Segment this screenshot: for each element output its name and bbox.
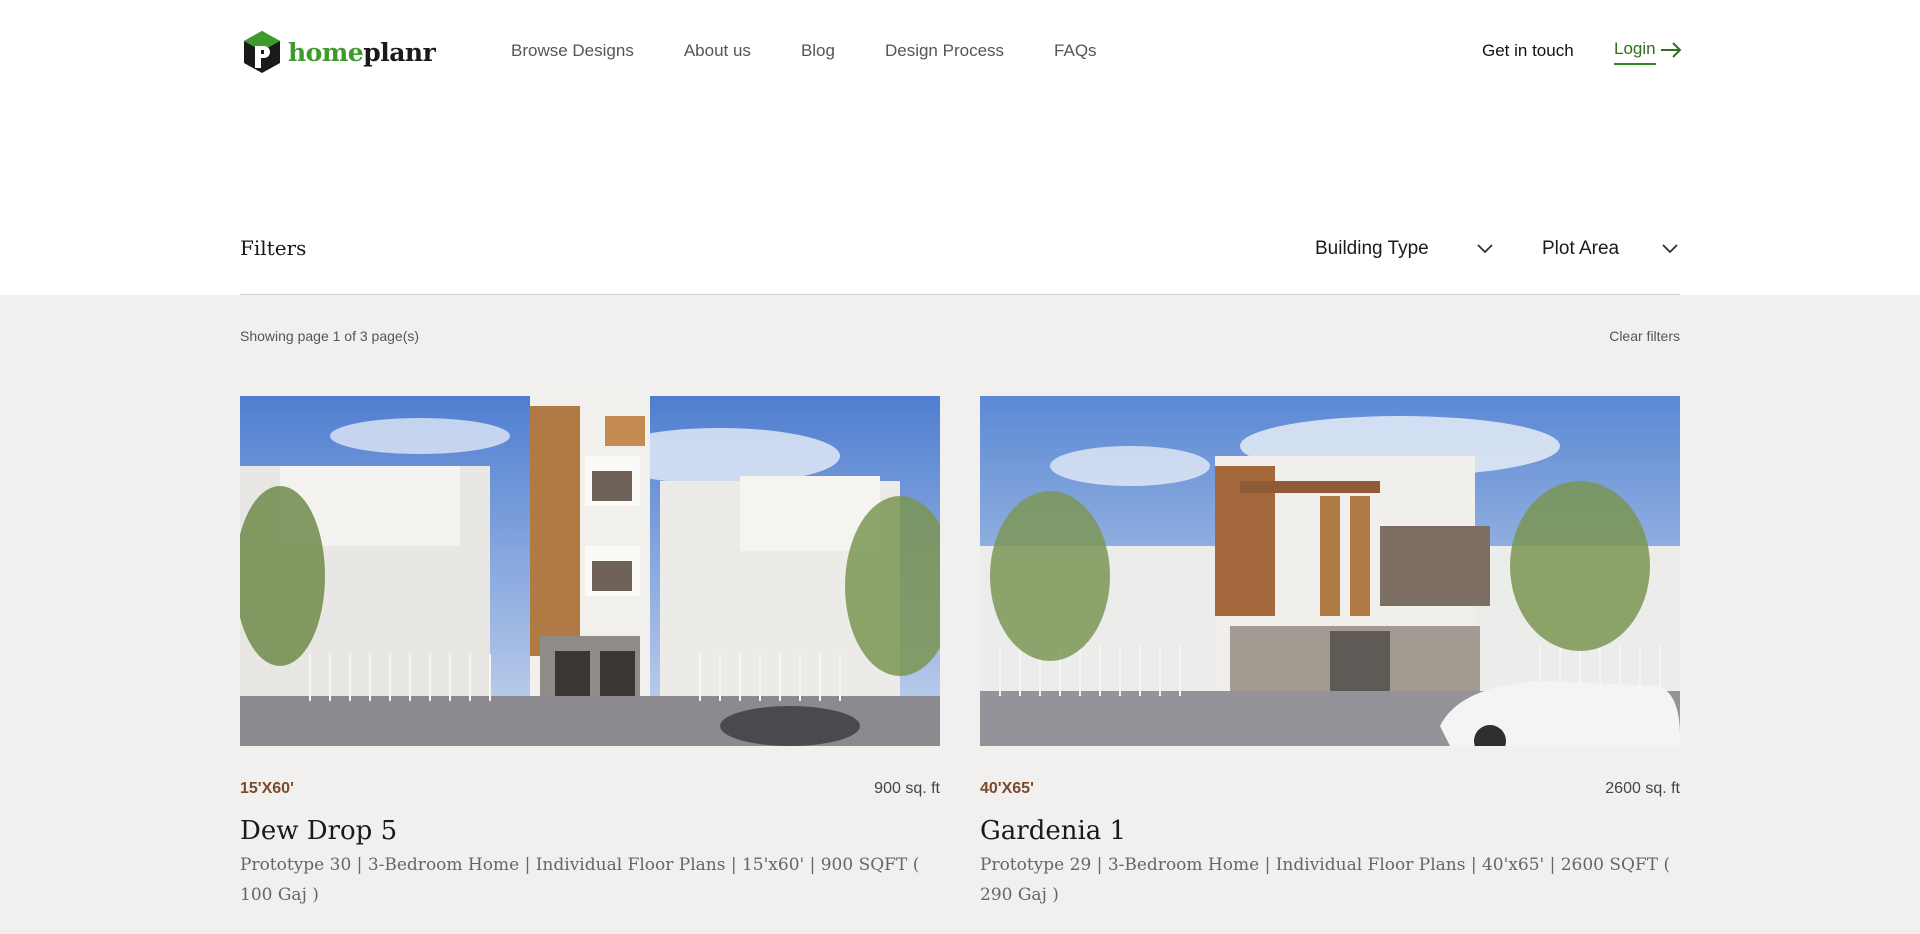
nav-design-process[interactable]: Design Process <box>885 41 1004 61</box>
design-card[interactable]: 15'X60' 900 sq. ft Dew Drop 5 Prototype … <box>240 396 940 910</box>
design-image[interactable] <box>240 396 940 746</box>
plot-area-label: Plot Area <box>1542 238 1620 259</box>
plot-dimensions: 15'X60' <box>240 780 294 797</box>
card-description: Prototype 29 | 3-Bedroom Home | Individu… <box>980 855 1671 905</box>
plot-area: 2600 sq. ft <box>1605 780 1680 797</box>
chevron-down-icon <box>1477 244 1493 254</box>
main-nav: Browse Designs About us Blog Design Proc… <box>511 41 1097 61</box>
card-meta: 15'X60' 900 sq. ft <box>240 780 940 798</box>
site-header: homeplanr Browse Designs About us Blog D… <box>0 0 1920 104</box>
nav-about-us[interactable]: About us <box>684 41 751 61</box>
logo-icon <box>244 31 280 73</box>
card-title[interactable]: Dew Drop 5 <box>240 816 940 846</box>
filters-title: Filters <box>240 236 307 260</box>
design-image[interactable] <box>980 396 1680 746</box>
card-meta: 40'X65' 2600 sq. ft <box>980 780 1680 798</box>
nav-faqs[interactable]: FAQs <box>1054 41 1097 61</box>
building-type-dropdown[interactable]: Building Type <box>1315 238 1493 260</box>
pagination-status: Showing page 1 of 3 page(s) <box>240 328 420 344</box>
plot-dimensions: 40'X65' <box>980 780 1034 797</box>
card-description: Prototype 30 | 3-Bedroom Home | Individu… <box>240 855 920 905</box>
nav-blog[interactable]: Blog <box>801 41 835 61</box>
plot-area: 900 sq. ft <box>874 780 940 797</box>
login-link[interactable]: Login <box>1614 39 1682 65</box>
plot-area-dropdown[interactable]: Plot Area <box>1542 238 1678 260</box>
login-label: Login <box>1614 39 1656 65</box>
design-card[interactable]: 40'X65' 2600 sq. ft Gardenia 1 Prototype… <box>980 396 1680 910</box>
chevron-down-icon <box>1662 244 1678 254</box>
arrow-right-icon <box>1660 42 1682 58</box>
card-title[interactable]: Gardenia 1 <box>980 816 1680 846</box>
homeplanr-logo[interactable]: homeplanr <box>242 30 436 74</box>
get-in-touch-link[interactable]: Get in touch <box>1482 41 1574 61</box>
building-type-label: Building Type <box>1315 238 1429 259</box>
listing-section: Showing page 1 of 3 page(s) Clear filter… <box>0 295 1920 934</box>
clear-filters-link[interactable]: Clear filters <box>1609 328 1680 344</box>
filter-bar: Filters Building Type Plot Area <box>0 104 1920 295</box>
nav-browse-designs[interactable]: Browse Designs <box>511 41 634 61</box>
logo-wordmark: homeplanr <box>288 37 436 67</box>
